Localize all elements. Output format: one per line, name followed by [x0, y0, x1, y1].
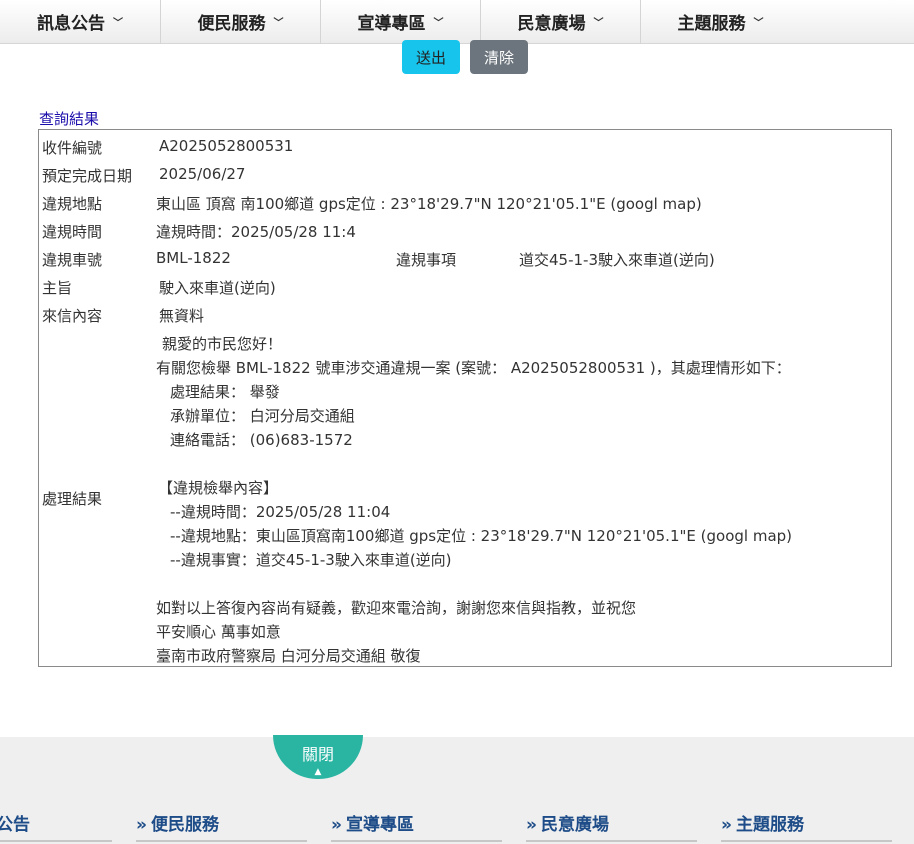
chevron-down-icon: ﹀ [593, 18, 604, 29]
footer-divider [721, 840, 892, 842]
row-due-date: 預定完成日期 2025/06/27 [39, 160, 891, 188]
plate-value: BML-1822 [156, 249, 231, 267]
case-no-value: A2025052800531 [159, 137, 294, 155]
row-subject: 主旨 駛入來車道(逆向) [39, 272, 891, 300]
row-case-no: 收件編號 A2025052800531 [39, 132, 891, 160]
nav-public-opinion[interactable]: 民意廣場 ﹀ [480, 0, 640, 43]
footer-divider [136, 840, 307, 842]
footer-nav-promotion[interactable]: » 宣導專區 [331, 810, 414, 835]
due-date-label: 預定完成日期 [42, 167, 133, 185]
process-line: --違規地點：東山區頂窩南100鄉道 gps定位 : 23°18'29.7"N … [170, 527, 793, 545]
footer-nav-label: 公告 [0, 815, 30, 835]
nav-topics-label: 主題服務 [677, 14, 746, 34]
letter-value: 無資料 [159, 307, 205, 325]
footer-nav-public-opinion[interactable]: » 民意廣場 [526, 810, 609, 835]
footer-divider [0, 840, 112, 842]
nav-public-opinion-label: 民意廣場 [517, 14, 586, 34]
letter-label: 來信內容 [42, 307, 103, 325]
due-date-value: 2025/06/27 [159, 165, 246, 183]
chevron-down-icon: ﹀ [273, 18, 284, 29]
result-table: 收件編號 A2025052800531 預定完成日期 2025/06/27 違規… [38, 129, 892, 667]
time-value: 違規時間：2025/05/28 11:4 [156, 223, 356, 241]
close-label: 關閉 [301, 745, 334, 764]
nav-services[interactable]: 便民服務 ﹀ [160, 0, 320, 43]
process-line: --違規事實：道交45-1-3駛入來車道(逆向) [170, 551, 452, 569]
nav-news[interactable]: 訊息公告 ﹀ [0, 0, 160, 43]
plate-label: 違規車號 [42, 251, 103, 269]
clear-button[interactable]: 清除 [470, 40, 528, 74]
footer-nav-label: 民意廣場 [540, 815, 609, 835]
footer-nav-label: 宣導專區 [345, 815, 414, 835]
process-line: 承辦單位： 白河分局交通組 [170, 407, 355, 425]
row-time: 違規時間 違規時間：2025/05/28 11:4 [39, 216, 891, 244]
chevron-down-icon: ﹀ [433, 18, 444, 29]
process-line: --違規時間：2025/05/28 11:04 [170, 503, 391, 521]
result-title: 查詢結果 [39, 110, 100, 128]
top-navigation: 訊息公告 ﹀ 便民服務 ﹀ 宣導專區 ﹀ 民意廣場 ﹀ 主題服務 ﹀ [0, 0, 914, 44]
double-chevron-icon: » [526, 815, 537, 835]
subject-value: 駛入來車道(逆向) [159, 279, 276, 297]
nav-news-label: 訊息公告 [37, 14, 105, 34]
footer-nav-topics[interactable]: » 主題服務 [721, 810, 804, 835]
process-line: 有關您檢舉 BML-1822 號車涉交通違規一案 (案號： A202505280… [156, 359, 791, 377]
footer-nav-label: 主題服務 [735, 815, 804, 835]
nav-services-label: 便民服務 [197, 14, 266, 34]
chevron-down-icon: ﹀ [753, 18, 764, 29]
nav-promotion[interactable]: 宣導專區 ﹀ [320, 0, 480, 43]
process-line: 連絡電話： (06)683-1572 [170, 431, 353, 449]
violation-item-label: 違規事項 [396, 251, 457, 269]
row-plate: 違規車號 BML-1822 違規事項 道交45-1-3駛入來車道(逆向) [39, 244, 891, 272]
footer-nav-news[interactable]: 公告 [0, 810, 30, 835]
triangle-up-icon: ▲ [314, 767, 322, 777]
chevron-down-icon: ﹀ [113, 18, 123, 29]
close-footer-button[interactable]: 關閉 ▲ [273, 735, 363, 779]
subject-label: 主旨 [42, 279, 73, 297]
footer-nav-label: 便民服務 [150, 815, 219, 835]
location-label: 違規地點 [42, 195, 103, 213]
submit-button[interactable]: 送出 [402, 40, 460, 74]
violation-item-value: 道交45-1-3駛入來車道(逆向) [519, 251, 715, 269]
row-location: 違規地點 東山區 頂窩 南100鄉道 gps定位 : 23°18'29.7"N … [39, 188, 891, 216]
footer-divider [526, 840, 697, 842]
time-label: 違規時間 [42, 223, 103, 241]
process-line: 平安順心 萬事如意 [156, 623, 281, 641]
nav-promotion-label: 宣導專區 [357, 14, 426, 34]
case-no-label: 收件編號 [42, 139, 103, 157]
process-line: 如對以上答復內容尚有疑義，歡迎來電洽詢，謝謝您來信與指教，並祝您 [156, 599, 637, 617]
double-chevron-icon: » [721, 815, 732, 835]
row-letter: 來信內容 無資料 [39, 300, 891, 328]
process-line: 親愛的市民您好！ [162, 335, 283, 353]
process-line: 處理結果： 舉發 [170, 383, 280, 401]
footer-nav-services[interactable]: » 便民服務 [136, 810, 219, 835]
process-label: 處理結果 [42, 490, 103, 508]
process-line: 【違規檢舉內容】 [158, 479, 279, 497]
footer-divider [331, 840, 502, 842]
nav-topics[interactable]: 主題服務 ﹀ [640, 0, 800, 43]
double-chevron-icon: » [136, 815, 147, 835]
double-chevron-icon: » [331, 815, 342, 835]
location-value: 東山區 頂窩 南100鄉道 gps定位 : 23°18'29.7"N 120°2… [156, 195, 702, 213]
process-line: 臺南市政府警察局 白河分局交通組 敬復 [156, 647, 421, 665]
